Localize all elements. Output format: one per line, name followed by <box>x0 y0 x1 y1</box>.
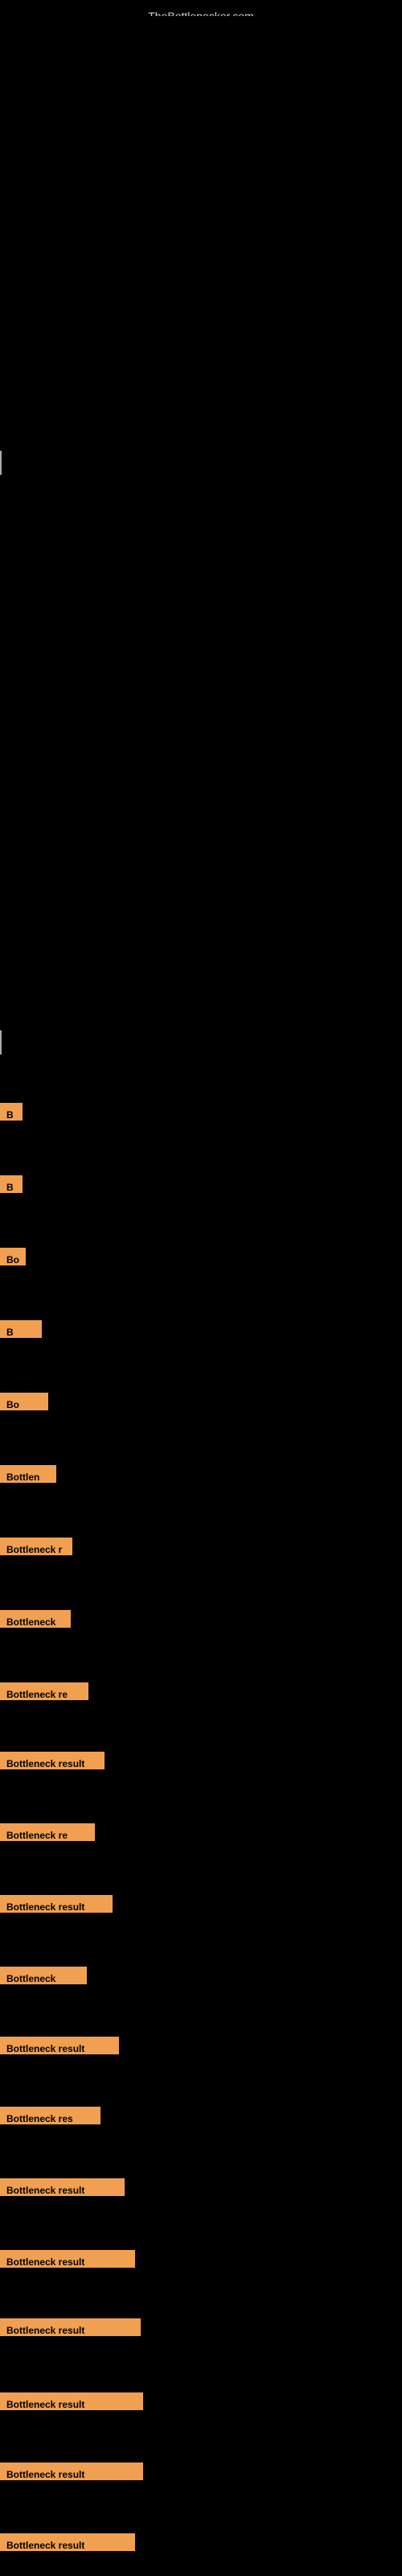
bottleneck-result-item: Bottleneck result <box>0 2178 125 2196</box>
bottleneck-result-item: Bottleneck result <box>0 2392 143 2410</box>
bottleneck-result-item: Bottlen <box>0 1465 56 1483</box>
bottleneck-result-item: Bottleneck re <box>0 1823 95 1841</box>
bottleneck-result-item: Bottleneck result <box>0 2533 135 2551</box>
bottleneck-result-item: Bo <box>0 1248 26 1265</box>
bottleneck-result-item: Bottleneck r <box>0 1538 72 1555</box>
bottleneck-result-item: Bo <box>0 1393 48 1410</box>
cursor-line <box>0 451 2 475</box>
bottleneck-result-item: B <box>0 1103 23 1121</box>
bottleneck-result-item: Bottleneck result <box>0 1752 105 1769</box>
bottleneck-result-item: Bottleneck result <box>0 1895 113 1913</box>
bottleneck-result-item: Bottleneck result <box>0 2318 141 2336</box>
chart-area <box>0 16 402 354</box>
bottleneck-result-item: Bottleneck <box>0 1610 71 1628</box>
cursor-line <box>0 1030 2 1055</box>
bottleneck-result-item: Bottleneck <box>0 1967 87 1984</box>
bottleneck-result-item: Bottleneck re <box>0 1682 88 1700</box>
bottleneck-result-item: Bottleneck result <box>0 2037 119 2054</box>
bottleneck-result-item: Bottleneck result <box>0 2462 143 2480</box>
bottleneck-result-item: B <box>0 1320 42 1338</box>
bottleneck-result-item: Bottleneck res <box>0 2107 100 2124</box>
bottleneck-result-item: B <box>0 1175 23 1193</box>
bottleneck-result-item: Bottleneck result <box>0 2250 135 2268</box>
